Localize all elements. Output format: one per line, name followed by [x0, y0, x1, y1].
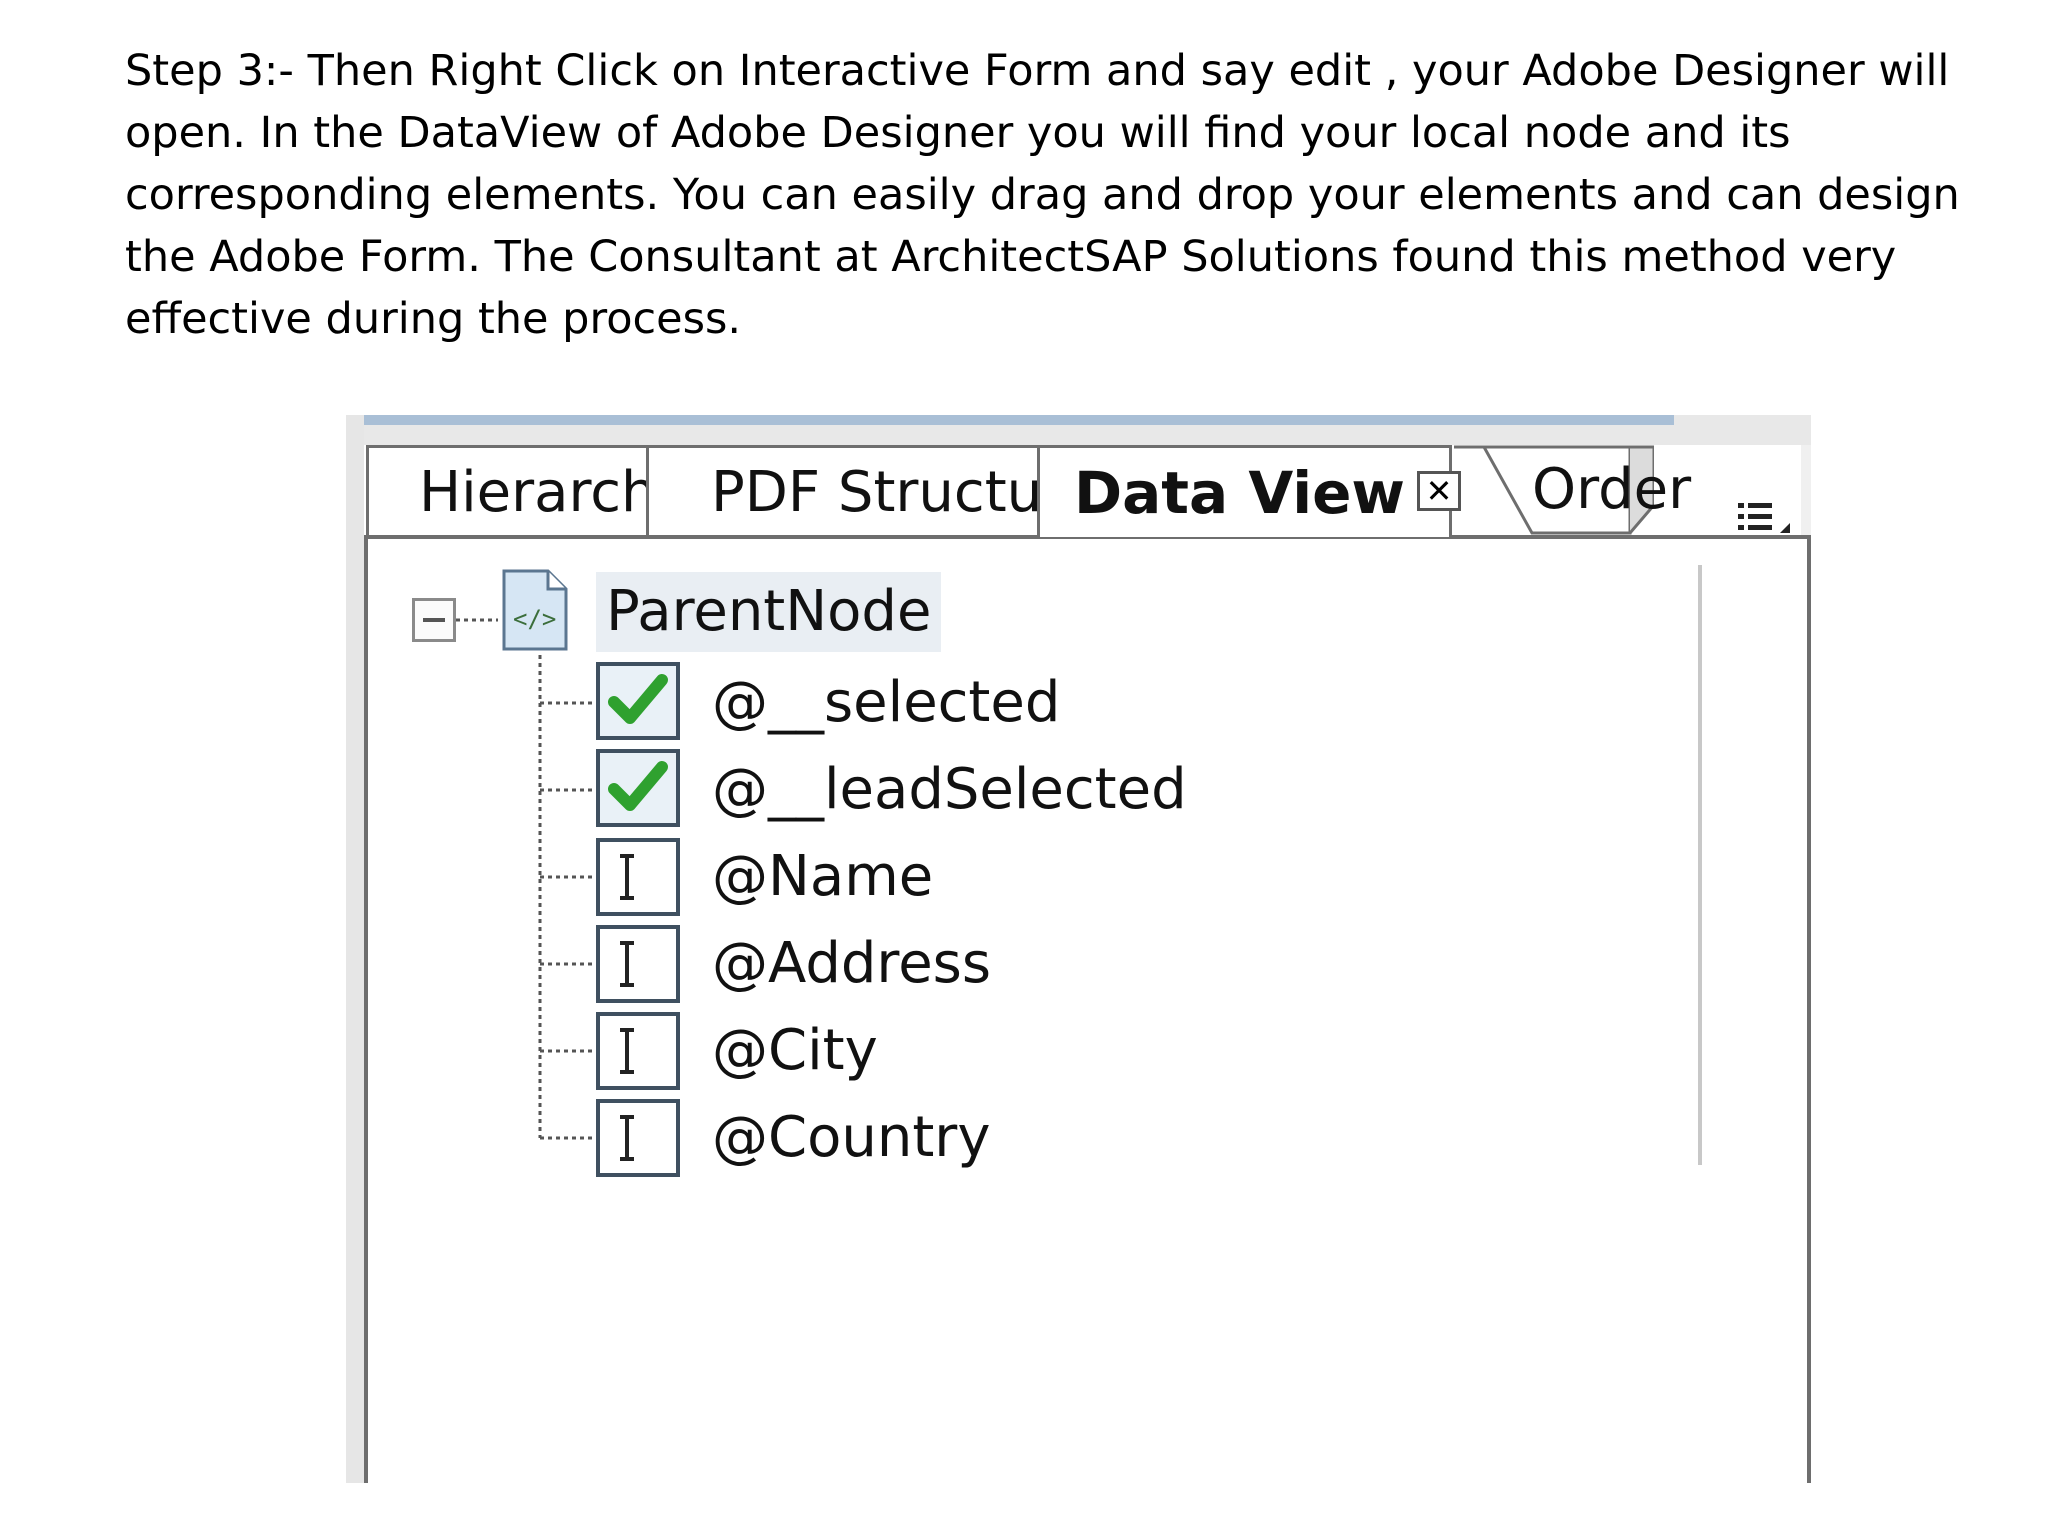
paragraph-line: Step 3:- Then Right Click on Interactive… — [125, 46, 1950, 96]
tab-data-view-label: Data View — [1074, 459, 1406, 527]
checkbox-checked-icon — [596, 662, 680, 740]
panel-gutter — [346, 415, 364, 1483]
tab-data-view[interactable]: Data View — [1037, 445, 1452, 537]
attribute-country[interactable]: @Country — [712, 1098, 990, 1178]
text-field-icon — [596, 838, 680, 916]
attribute-selected[interactable]: @__selected — [712, 663, 1060, 743]
tree-view-area — [364, 535, 1811, 1483]
svg-text:</>: </> — [513, 605, 556, 633]
instruction-paragraph: Step 3:- Then Right Click on Interactive… — [125, 40, 1965, 350]
panel-menu-icon[interactable] — [1736, 497, 1796, 537]
attribute-leadselected[interactable]: @__leadSelected — [712, 750, 1187, 830]
attribute-address[interactable]: @Address — [712, 924, 991, 1004]
checkbox-checked-icon — [596, 749, 680, 827]
paragraph-line: corresponding elements. You can easily d… — [125, 170, 1960, 220]
tab-pdf-structure-label: PDF Structu — [711, 460, 1041, 525]
tab-hierarchy-label: Hierarch — [419, 460, 656, 525]
attribute-city[interactable]: @City — [712, 1011, 878, 1091]
tab-hierarchy[interactable]: Hierarch — [366, 445, 656, 535]
attribute-name[interactable]: @Name — [712, 837, 933, 917]
paragraph-line: the Adobe Form. The Consultant at Archit… — [125, 232, 1897, 282]
text-field-icon — [596, 1012, 680, 1090]
panel-title-line — [364, 415, 1674, 425]
text-field-icon — [596, 1099, 680, 1177]
collapse-node-icon[interactable] — [412, 598, 456, 642]
scrollbar-track — [1698, 565, 1702, 1165]
tab-order-label: Order — [1532, 457, 1692, 522]
paragraph-line: effective during the process. — [125, 294, 742, 344]
text-field-icon — [596, 925, 680, 1003]
paragraph-line: open. In the DataView of Adobe Designer … — [125, 108, 1791, 158]
parent-node-label[interactable]: ParentNode — [596, 572, 942, 652]
tab-pdf-structure[interactable]: PDF Structu — [646, 445, 1041, 535]
xml-node-icon: </> — [502, 569, 568, 651]
